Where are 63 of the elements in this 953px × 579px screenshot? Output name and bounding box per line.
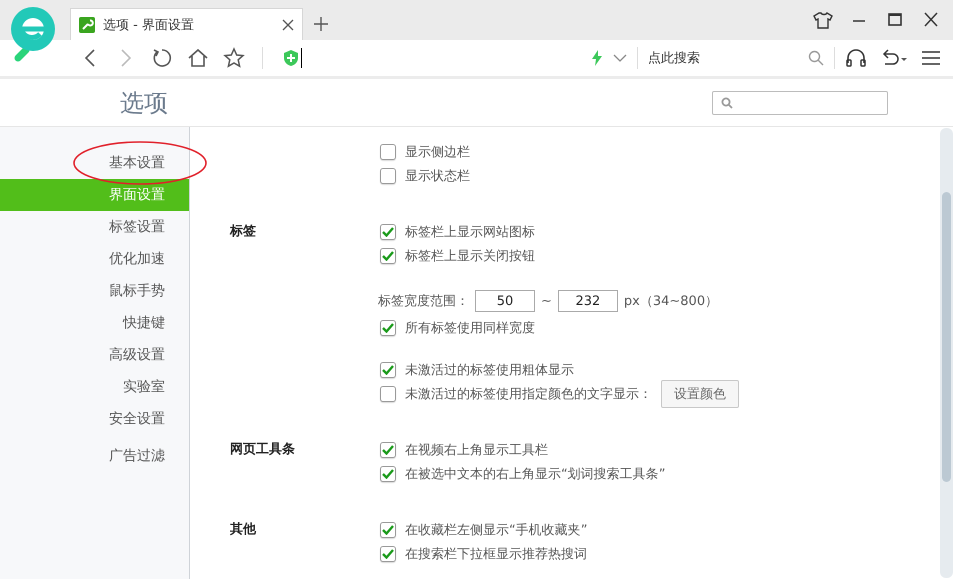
checkbox[interactable] [380,320,396,336]
sidebar-item[interactable]: 高级设置 [0,339,189,371]
option-label: 在视频右上角显示工具栏 [405,442,548,459]
home-icon[interactable] [187,47,209,69]
scrollbar[interactable] [940,128,953,578]
search-field[interactable]: 点此搜索 [648,49,808,67]
close-icon[interactable] [282,18,294,30]
reload-icon[interactable] [151,47,173,69]
option-label: 所有标签使用同样宽度 [405,320,535,337]
shirt-icon[interactable] [813,11,833,29]
option-label: 在搜索栏下拉框显示推荐热搜词 [405,546,587,563]
range-label: 标签宽度范围： [378,293,469,310]
option-label: 标签栏上显示网站图标 [405,224,535,241]
sidebar-item[interactable]: 鼠标手势 [0,275,189,307]
forward-icon[interactable] [119,48,133,68]
back-icon[interactable] [83,48,97,68]
browser-tab[interactable]: 选项 - 界面设置 [70,8,303,40]
checkbox[interactable] [380,466,396,482]
shield-icon[interactable] [283,49,299,67]
sidebar-item[interactable]: 标签设置 [0,211,189,243]
headphones-icon[interactable] [845,48,867,68]
page-title: 选项 [119,88,168,119]
sidebar-item[interactable]: 实验室 [0,371,189,403]
checkbox[interactable] [380,386,396,402]
option-label: 在收藏栏左侧显示“手机收藏夹” [405,522,588,539]
checkbox[interactable] [380,442,396,458]
sidebar-item[interactable]: 优化加速 [0,243,189,275]
min-width-field[interactable]: 50 [475,290,535,312]
text-cursor [301,48,302,68]
search-icon [721,97,733,109]
option-label: 在被选中文本的右上角显示“划词搜索工具条” [405,466,666,483]
section-title: 其他 [230,521,258,539]
option-label: 标签栏上显示关闭按钮 [405,248,535,265]
menu-icon[interactable] [921,50,941,66]
maximize-icon[interactable] [885,11,905,29]
checkbox[interactable] [380,248,396,264]
option-label: 未激活过的标签使用粗体显示 [405,362,574,379]
option-label: 显示状态栏 [405,168,470,185]
checkbox[interactable] [380,224,396,240]
max-width-field[interactable]: 232 [558,290,618,312]
section-title: 网页工具条 [230,441,296,459]
section-title: 标签 [230,223,257,241]
sidebar-item[interactable]: 快捷键 [0,307,189,339]
checkbox[interactable] [380,546,396,562]
option-label: 显示侧边栏 [405,144,470,161]
sidebar-item[interactable]: 广告过滤 [0,440,189,472]
search-field[interactable] [712,91,888,115]
option-label: 未激活过的标签使用指定颜色的文字显示： [405,386,652,403]
range-unit: px（34~800） [624,293,718,310]
chevron-down-icon[interactable] [613,53,627,63]
sidebar-item[interactable]: 基本设置 [0,147,189,179]
range-separator: ~ [541,294,552,308]
set-color-button[interactable]: 设置颜色 [661,380,739,408]
lightning-icon[interactable] [591,50,603,66]
search-icon[interactable] [808,50,824,66]
sidebar-item[interactable]: 安全设置 [0,403,189,435]
checkbox[interactable] [380,168,396,184]
plus-icon[interactable] [313,16,329,32]
star-icon[interactable] [223,47,245,69]
checkbox[interactable] [380,144,396,160]
checkbox[interactable] [380,522,396,538]
tab-title: 选项 - 界面设置 [103,16,195,34]
checkbox[interactable] [380,362,396,378]
